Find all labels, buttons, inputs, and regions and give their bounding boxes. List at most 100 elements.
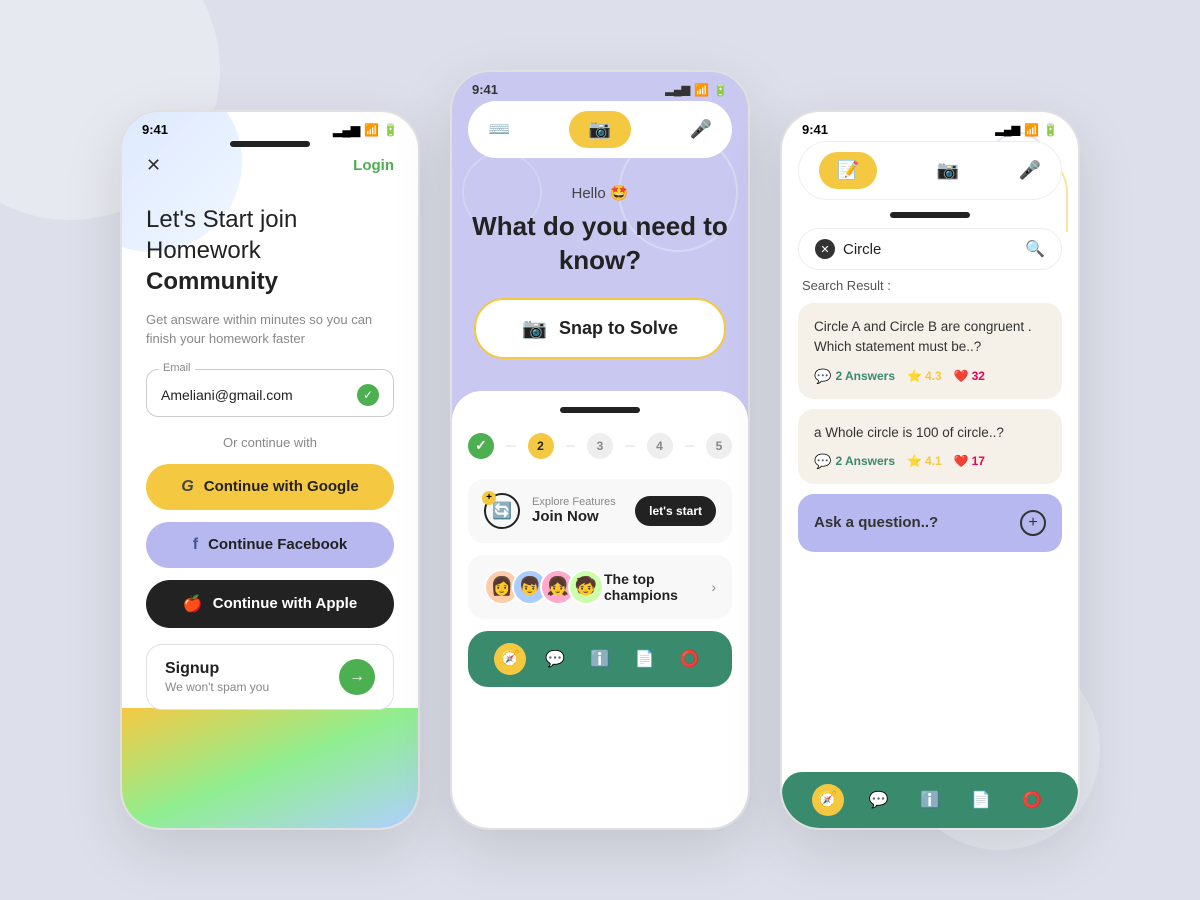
heart-icon-1: ❤️ xyxy=(954,369,969,383)
step-2: 2 xyxy=(528,433,554,459)
nav-chat[interactable]: 💬 xyxy=(539,643,571,675)
signup-text: Signup We won't spam you xyxy=(165,660,269,694)
rating-value-1: 4.3 xyxy=(925,369,942,383)
explore-title: Join Now xyxy=(532,508,616,525)
check-icon: ✓ xyxy=(357,384,379,406)
nav-info[interactable]: ℹ️ xyxy=(584,643,616,675)
star-icon-2: ⭐ xyxy=(907,454,922,468)
signal-icon: ▂▄▆ xyxy=(333,123,360,137)
answers-1: 💬 2 Answers xyxy=(814,368,895,385)
keyboard-icon[interactable]: ⌨️ xyxy=(488,119,510,140)
signup-title: Signup xyxy=(165,660,269,678)
battery-icon-3: 🔋 xyxy=(1043,123,1058,137)
camera-btn[interactable]: 📷 xyxy=(569,111,631,148)
nav3-compass[interactable]: 🧭 xyxy=(812,784,844,816)
bottom-nav-2: 🧭 💬 ℹ️ 📄 ⭕ xyxy=(468,631,732,687)
notch-3 xyxy=(890,212,970,218)
google-icon: G xyxy=(181,478,193,496)
ask-plus-btn[interactable]: + xyxy=(1020,510,1046,536)
wifi-icon: 📶 xyxy=(364,123,379,137)
phone-main: 9:41 ▂▄▆ 📶 🔋 ⌨️ 📷 🎤 Hello 🤩 What do you xyxy=(450,70,750,830)
status-time-3: 9:41 xyxy=(802,122,828,137)
close-button[interactable]: ✕ xyxy=(146,155,161,176)
result-meta-2: 💬 2 Answers ⭐ 4.1 ❤️ 17 xyxy=(814,453,1046,470)
search-icon[interactable]: 🔍 xyxy=(1025,239,1045,259)
champ-avatars: 👩 👦 👧 🧒 xyxy=(484,569,604,605)
heart-icon-2: ❤️ xyxy=(954,454,969,468)
email-field[interactable]: Email Ameliani@gmail.com ✓ xyxy=(146,369,394,417)
wifi-icon-3: 📶 xyxy=(1024,123,1039,137)
result-meta-1: 💬 2 Answers ⭐ 4.3 ❤️ 32 xyxy=(814,368,1046,385)
result-question-1: Circle A and Circle B are congruent . Wh… xyxy=(814,317,1046,358)
snap-button[interactable]: 📷 Snap to Solve xyxy=(474,298,726,359)
mic-icon[interactable]: 🎤 xyxy=(690,119,712,140)
greeting-text: Hello 🤩 xyxy=(472,184,728,202)
battery-icon-2: 🔋 xyxy=(713,83,728,97)
search-bar[interactable]: ✕ Circle 🔍 xyxy=(798,228,1062,270)
chat-icon-1: 💬 xyxy=(814,368,831,385)
champions-card[interactable]: 👩 👦 👧 🧒 The top champions › xyxy=(468,555,732,619)
headline-bold: Community xyxy=(146,268,278,295)
status-icons-2: ▂▄▆ 📶 🔋 xyxy=(665,83,728,97)
ask-text: Ask a question..? xyxy=(814,514,938,531)
login-link[interactable]: Login xyxy=(353,157,394,174)
bottom-nav-3: 🧭 💬 ℹ️ 📄 ⭕ xyxy=(782,772,1078,828)
signup-sub: We won't spam you xyxy=(165,680,269,694)
search-clear-btn[interactable]: ✕ xyxy=(815,239,835,259)
likes-1: ❤️ 32 xyxy=(954,369,985,383)
or-text: Or continue with xyxy=(146,435,394,450)
mic-icon-3[interactable]: 🎤 xyxy=(1019,160,1041,181)
status-time-1: 9:41 xyxy=(142,122,168,137)
step-4: 4 xyxy=(647,433,673,459)
rating-2: ⭐ 4.1 xyxy=(907,454,942,468)
battery-icon: 🔋 xyxy=(383,123,398,137)
result-card-1[interactable]: Circle A and Circle B are congruent . Wh… xyxy=(798,303,1062,399)
nav-circle[interactable]: ⭕ xyxy=(674,643,706,675)
explore-left: + 🔄 Explore Features Join Now xyxy=(484,493,616,529)
purple-section: 9:41 ▂▄▆ 📶 🔋 ⌨️ 📷 🎤 Hello 🤩 What do you xyxy=(452,72,748,391)
nav3-chat[interactable]: 💬 xyxy=(863,784,895,816)
toolbar-2: ⌨️ 📷 🎤 xyxy=(468,101,732,158)
champ-avatar-4: 🧒 xyxy=(568,569,604,605)
notch xyxy=(230,141,310,147)
status-icons-1: ▂▄▆ 📶 🔋 xyxy=(333,123,398,137)
champ-arrow: › xyxy=(711,579,716,595)
apple-button[interactable]: 🍎 Continue with Apple xyxy=(146,580,394,628)
nav3-info[interactable]: ℹ️ xyxy=(914,784,946,816)
nav-compass[interactable]: 🧭 xyxy=(494,643,526,675)
facebook-icon: f xyxy=(193,536,198,554)
explore-icon: + 🔄 xyxy=(484,493,520,529)
nav3-circle[interactable]: ⭕ xyxy=(1016,784,1048,816)
camera-icon-3[interactable]: 📷 xyxy=(937,160,959,181)
subtext: Get answare within minutes so you can fi… xyxy=(146,310,394,349)
search-value: Circle xyxy=(843,241,1017,258)
nav-bookmark[interactable]: 📄 xyxy=(629,643,661,675)
explore-sub: Explore Features xyxy=(532,496,616,508)
signup-button[interactable]: Signup We won't spam you → xyxy=(146,644,394,710)
likes-2: ❤️ 17 xyxy=(954,454,985,468)
notch-2 xyxy=(560,407,640,413)
explore-texts: Explore Features Join Now xyxy=(532,496,616,525)
lets-start-btn[interactable]: let's start xyxy=(635,496,716,526)
text-mode-btn[interactable]: 📝 xyxy=(819,152,877,189)
champ-label: The top champions xyxy=(604,571,711,603)
greeting-area: Hello 🤩 What do you need to know? xyxy=(452,174,748,298)
answers-count-2: 2 Answers xyxy=(835,454,895,468)
toolbar-3: 📝 📷 🎤 xyxy=(798,141,1062,200)
rating-value-2: 4.1 xyxy=(925,454,942,468)
likes-value-1: 32 xyxy=(972,369,985,383)
phone-login: 9:41 ▂▄▆ 📶 🔋 ✕ Login Let's Start join Ho… xyxy=(120,110,420,830)
ask-card[interactable]: Ask a question..? + xyxy=(798,494,1062,552)
headline: Let's Start join Homework Community xyxy=(146,204,394,298)
phone1-header: ✕ Login xyxy=(146,155,394,176)
result-card-2[interactable]: a Whole circle is 100 of circle..? 💬 2 A… xyxy=(798,409,1062,484)
step-3: 3 xyxy=(587,433,613,459)
wifi-icon-2: 📶 xyxy=(694,83,709,97)
rating-1: ⭐ 4.3 xyxy=(907,369,942,383)
result-question-2: a Whole circle is 100 of circle..? xyxy=(814,423,1046,443)
snap-label: Snap to Solve xyxy=(559,318,678,339)
facebook-button[interactable]: f Continue Facebook xyxy=(146,522,394,568)
google-button[interactable]: G Continue with Google xyxy=(146,464,394,510)
step-5: 5 xyxy=(706,433,732,459)
nav3-bookmark[interactable]: 📄 xyxy=(965,784,997,816)
